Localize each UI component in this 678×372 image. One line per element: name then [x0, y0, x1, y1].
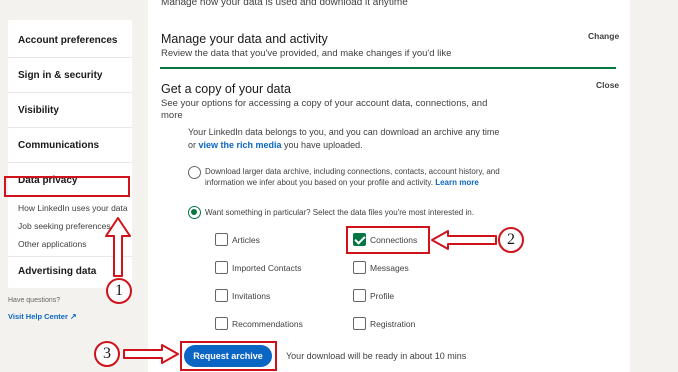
arrow-step-3: [123, 344, 179, 364]
arrow-step-2: [431, 230, 497, 250]
arrow-step-1: [105, 217, 131, 277]
step-3-badge: 3: [94, 341, 120, 367]
step-1-badge: 1: [106, 278, 132, 304]
step-2-badge: 2: [498, 227, 524, 253]
annotation-arrows: [105, 217, 497, 364]
